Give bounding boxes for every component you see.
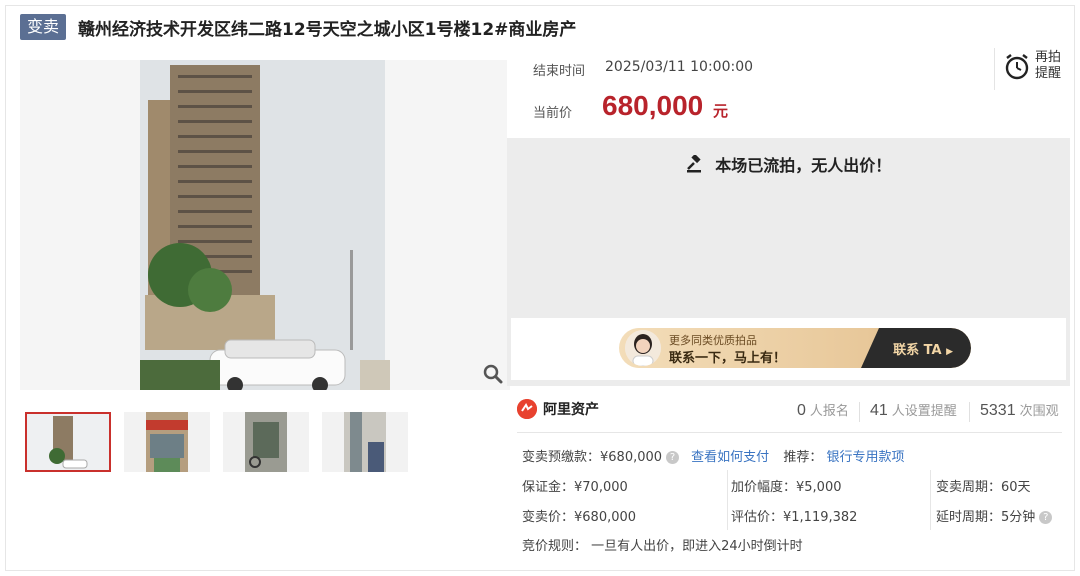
- bank-account-link[interactable]: 银行专用款项: [826, 450, 904, 465]
- appraisal-value: 评估价：¥1,119,382: [731, 510, 858, 525]
- column-divider: [930, 470, 931, 530]
- recommend-label: 推荐：: [783, 450, 823, 465]
- views-count: 5331: [980, 402, 1016, 419]
- reminder-stat: 41 人设置提醒: [870, 400, 957, 420]
- page-title: 赣州经济技术开发区纬二路12号天空之城小区1号楼12#商业房产: [78, 19, 577, 40]
- signup-label: 人报名: [809, 404, 849, 419]
- status-line: 本场已流拍，无人出价！: [507, 152, 1070, 176]
- divider: [969, 402, 970, 422]
- auction-info: 结束时间 2025/03/11 10:00:00 当前价 680,000 元 再…: [507, 48, 1070, 138]
- thumbnail-4[interactable]: [322, 412, 408, 472]
- promo-line-2: 联系一下，马上有！: [669, 351, 787, 366]
- help-icon[interactable]: ?: [1039, 511, 1053, 524]
- status-panel: 本场已流拍，无人出价！ 更多同类优质拍品 联系一下，马上有！ 联系 TA ▶: [507, 138, 1070, 386]
- remind-label: 再拍提醒: [1035, 50, 1062, 81]
- main-property-image[interactable]: [20, 60, 510, 390]
- price-label: 当前价: [533, 106, 573, 121]
- ali-logo-icon: [517, 399, 537, 419]
- ali-brand: 阿里资产: [543, 402, 599, 418]
- remind-button[interactable]: 再拍提醒: [994, 48, 1064, 90]
- delay-period-row: 延时周期：5分钟?: [936, 506, 1053, 525]
- agent-avatar: [625, 330, 661, 366]
- thumbnail-3[interactable]: [223, 412, 309, 472]
- current-price: 680,000: [602, 90, 704, 121]
- pay-link[interactable]: 查看如何支付: [691, 450, 769, 465]
- sale-type-tag: 变卖: [20, 14, 67, 40]
- bid-rule: 竞价规则： 一旦有人出价，即进入24小时倒计时: [522, 539, 803, 554]
- thumbnail-1[interactable]: [25, 412, 111, 472]
- zoom-icon[interactable]: [482, 363, 504, 385]
- end-time-label: 结束时间: [533, 64, 586, 79]
- deposit-row: 变卖预缴款：¥680,000? 查看如何支付 推荐： 银行专用款项: [522, 446, 905, 465]
- stats-divider: [517, 432, 1062, 433]
- title-row: 变卖 赣州经济技术开发区纬二路12号天空之城小区1号楼12#商业房产: [20, 12, 576, 42]
- status-message: 本场已流拍，无人出价！: [715, 156, 892, 175]
- play-arrow-icon: ▶: [946, 347, 953, 357]
- stats-row: 阿里资产 0 人报名 41 人设置提醒 5331 次围观: [517, 396, 1062, 426]
- price-unit: 元: [713, 102, 729, 120]
- contact-banner[interactable]: 更多同类优质拍品 联系一下，马上有！ 联系 TA ▶: [619, 328, 971, 368]
- increment-value: 加价幅度：¥5,000: [731, 480, 842, 495]
- signup-count: 0: [797, 402, 806, 419]
- views-stat: 5331 次围观: [980, 400, 1059, 420]
- alarm-clock-icon: [1005, 54, 1029, 80]
- help-icon[interactable]: ?: [666, 451, 680, 464]
- gavel-icon: [686, 153, 701, 173]
- contact-cta-label: 联系 TA: [893, 343, 942, 358]
- sale-period-value: 变卖周期：60天: [936, 480, 1031, 495]
- signup-stat: 0 人报名: [797, 400, 849, 420]
- end-time-value: 2025/03/11 10:00:00: [605, 59, 754, 75]
- reminder-label: 人设置提醒: [891, 404, 957, 419]
- contact-cta[interactable]: 联系 TA ▶: [861, 328, 971, 368]
- margin-value: 保证金：¥70,000: [522, 480, 628, 495]
- views-label: 次围观: [1019, 404, 1059, 419]
- promo-line-1: 更多同类优质拍品: [669, 334, 757, 347]
- delay-period-value: 延时周期：5分钟: [936, 510, 1036, 525]
- sale-price-value: 变卖价：¥680,000: [522, 510, 637, 525]
- divider: [859, 402, 860, 422]
- promo-area: 更多同类优质拍品 联系一下，马上有！ 联系 TA ▶: [511, 318, 1066, 380]
- deposit-label: 变卖预缴款：¥680,000: [522, 450, 663, 465]
- thumbnail-2[interactable]: [124, 412, 210, 472]
- ali-logo: 阿里资产: [517, 399, 599, 419]
- reminder-count: 41: [870, 402, 888, 419]
- column-divider: [727, 470, 728, 530]
